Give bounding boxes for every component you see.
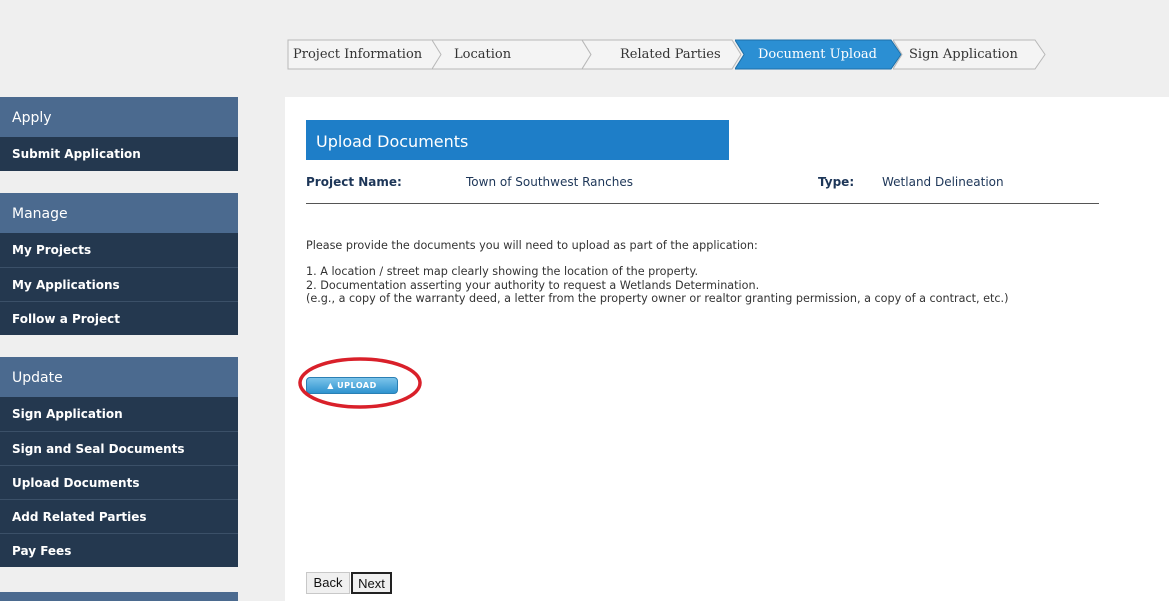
step-location[interactable]: Location (432, 39, 592, 70)
app-window: Project Information Location Related Par… (0, 0, 1169, 601)
instruction-item-note: (e.g., a copy of the warranty deed, a le… (306, 292, 1009, 305)
project-name-label: Project Name: (306, 175, 402, 189)
next-button[interactable]: Next (351, 572, 392, 594)
nav-section-next (0, 592, 238, 601)
step-label: Sign Application (909, 47, 1018, 62)
step-label: Document Upload (758, 47, 877, 62)
instruction-item-1: 1. A location / street map clearly showi… (306, 265, 699, 278)
nav-section-manage: Manage My Projects My Applications Follo… (0, 193, 238, 335)
nav-section-update: Update Sign Application Sign and Seal Do… (0, 357, 238, 567)
nav-item-my-projects[interactable]: My Projects (0, 233, 238, 267)
step-project-information[interactable]: Project Information (287, 39, 447, 70)
step-label: Related Parties (620, 47, 721, 62)
nav-heading-manage: Manage (0, 193, 238, 233)
nav-item-follow-a-project[interactable]: Follow a Project (0, 301, 238, 335)
page-title: Upload Documents (306, 120, 729, 160)
nav-item-sign-and-seal-documents[interactable]: Sign and Seal Documents (0, 431, 238, 465)
main-content-area (285, 97, 1169, 601)
step-label: Location (454, 47, 512, 62)
nav-item-my-applications[interactable]: My Applications (0, 267, 238, 301)
wizard-steps: Project Information Location Related Par… (287, 39, 1047, 70)
upload-arrow-icon: ▲ (327, 381, 334, 390)
upload-button-label: UPLOAD (337, 381, 377, 390)
instruction-item-2: 2. Documentation asserting your authorit… (306, 279, 760, 292)
nav-section-apply: Apply Submit Application (0, 97, 238, 171)
nav-heading-update: Update (0, 357, 238, 397)
type-value: Wetland Delineation (882, 175, 1004, 189)
nav-item-upload-documents[interactable]: Upload Documents (0, 465, 238, 499)
type-label: Type: (818, 175, 855, 189)
nav-item-submit-application[interactable]: Submit Application (0, 137, 238, 171)
step-document-upload[interactable]: Document Upload (735, 39, 903, 70)
nav-item-add-related-parties[interactable]: Add Related Parties (0, 499, 238, 533)
nav-heading-apply: Apply (0, 97, 238, 137)
upload-button[interactable]: ▲ UPLOAD (306, 377, 398, 394)
step-label: Project Information (293, 47, 423, 62)
instructions-intro: Please provide the documents you will ne… (306, 239, 758, 252)
divider (306, 203, 1099, 204)
nav-heading-partial (0, 592, 238, 601)
project-name-value: Town of Southwest Ranches (466, 175, 633, 189)
step-sign-application[interactable]: Sign Application (893, 39, 1047, 70)
back-button[interactable]: Back (306, 572, 350, 594)
nav-item-pay-fees[interactable]: Pay Fees (0, 533, 238, 567)
step-related-parties[interactable]: Related Parties (582, 39, 742, 70)
nav-item-sign-application[interactable]: Sign Application (0, 397, 238, 431)
